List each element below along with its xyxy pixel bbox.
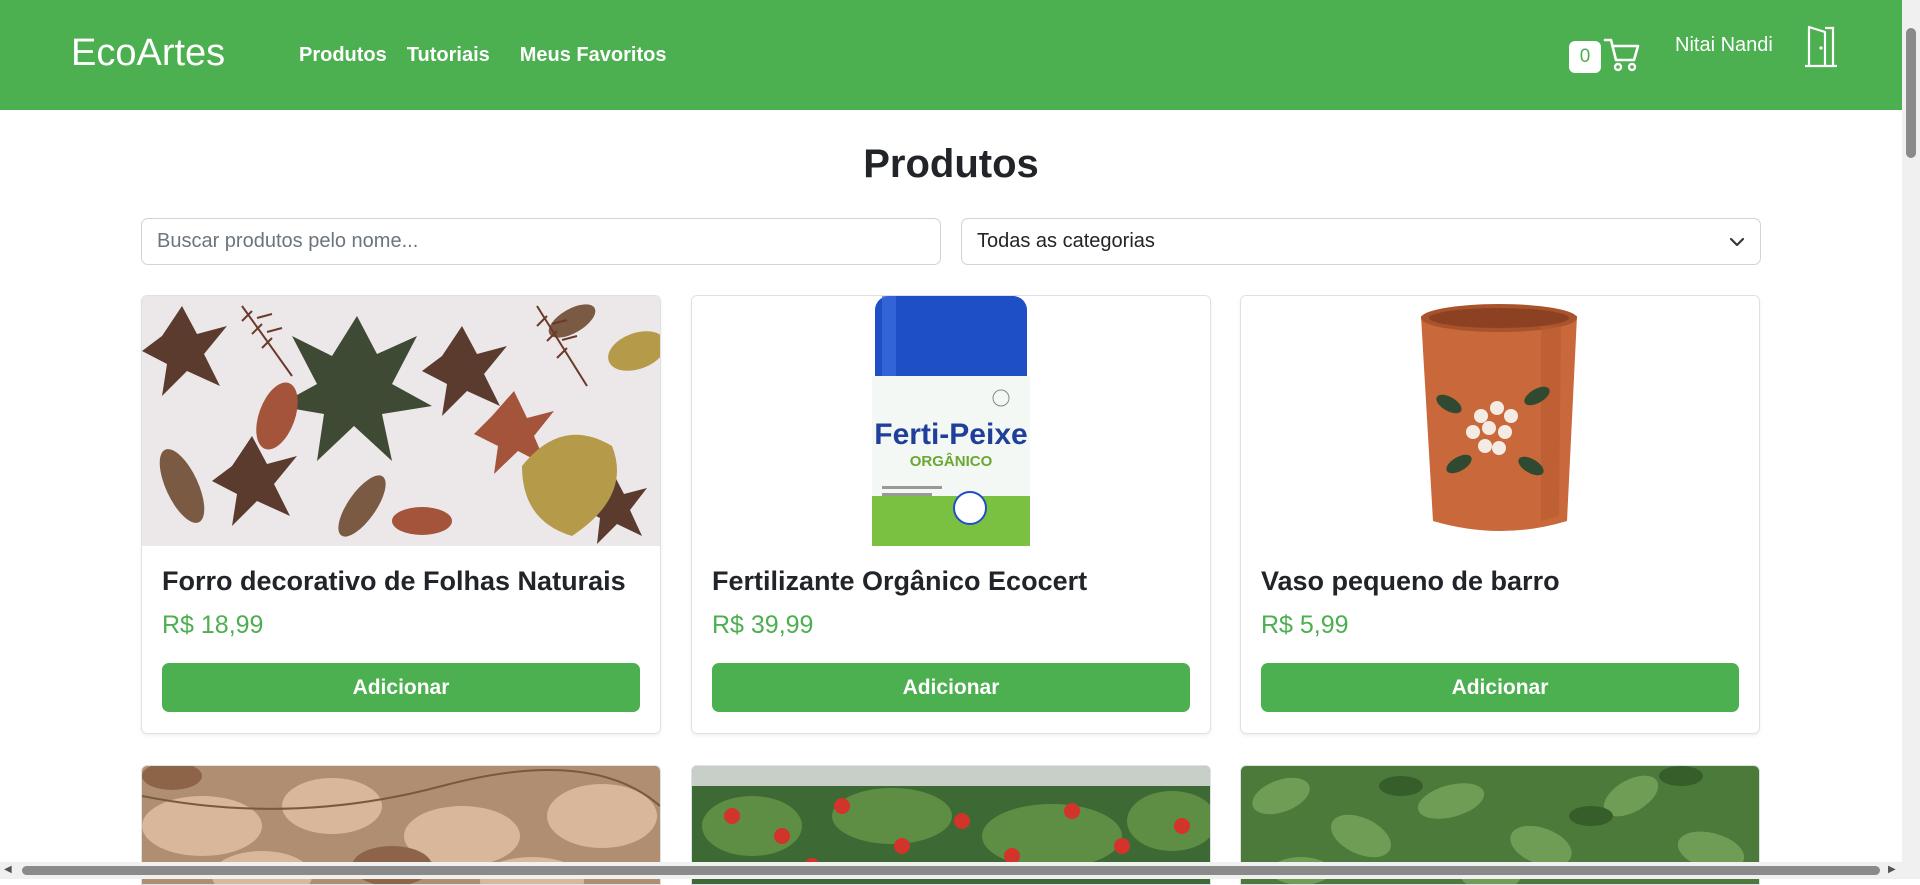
horizontal-scrollbar[interactable]: ◀ ▶ [0,862,1920,879]
product-name[interactable]: Fertilizante Orgânico Ecocert [712,566,1087,597]
product-price: R$ 5,99 [1261,611,1349,639]
user-name[interactable]: Nitai Nandi [1675,34,1773,57]
nav-link-produtos[interactable]: Produtos [299,44,387,67]
search-input[interactable] [141,218,941,265]
cart-icon [1603,36,1641,77]
scroll-right-arrow-icon[interactable]: ▶ [1888,864,1896,875]
nav-link-tutoriais[interactable]: Tutoriais [407,44,490,67]
logout-door-icon[interactable] [1803,24,1839,73]
product-image-leaves[interactable] [142,296,660,546]
category-select[interactable]: Todas as categorias [961,218,1761,265]
main-nav: Produtos Tutoriais Meus Favoritos [299,44,666,67]
add-to-cart-button[interactable]: Adicionar [162,663,640,712]
product-image-fertilizer-bottle[interactable]: Ferti-Peixe ORGÂNICO [692,296,1210,546]
product-card: Vaso pequeno de barro R$ 5,99 Adicionar [1240,295,1760,734]
product-name[interactable]: Forro decorativo de Folhas Naturais [162,566,626,597]
horizontal-scrollbar-thumb[interactable] [22,866,1880,875]
bottle-label-sub: ORGÂNICO [910,452,993,470]
bottle-label-text: Ferti-Peixe [874,418,1027,451]
vertical-scrollbar[interactable] [1902,0,1920,862]
cart-count-badge: 0 [1569,40,1601,73]
add-to-cart-button[interactable]: Adicionar [1261,663,1739,712]
product-card: Forro decorativo de Folhas Naturais R$ 1… [141,295,661,734]
cart-button[interactable]: 0 [1569,36,1641,77]
product-price: R$ 39,99 [712,611,814,639]
product-card: Ferti-Peixe ORGÂNICO Fertilizante Orgâni… [691,295,1211,734]
product-image-clay-vase[interactable] [1241,296,1759,546]
product-name[interactable]: Vaso pequeno de barro [1261,566,1560,597]
nav-link-favoritos[interactable]: Meus Favoritos [520,44,667,67]
scroll-left-arrow-icon[interactable]: ◀ [4,864,12,875]
category-select-value: Todas as categorias [977,230,1155,252]
add-to-cart-button[interactable]: Adicionar [712,663,1190,712]
vertical-scrollbar-thumb[interactable] [1906,28,1916,158]
top-navbar: EcoArtes Produtos Tutoriais Meus Favorit… [0,0,1902,110]
product-price: R$ 18,99 [162,611,264,639]
brand-logo[interactable]: EcoArtes [71,32,225,75]
page-title: Produtos [863,142,1039,186]
chevron-down-icon [1729,230,1745,253]
